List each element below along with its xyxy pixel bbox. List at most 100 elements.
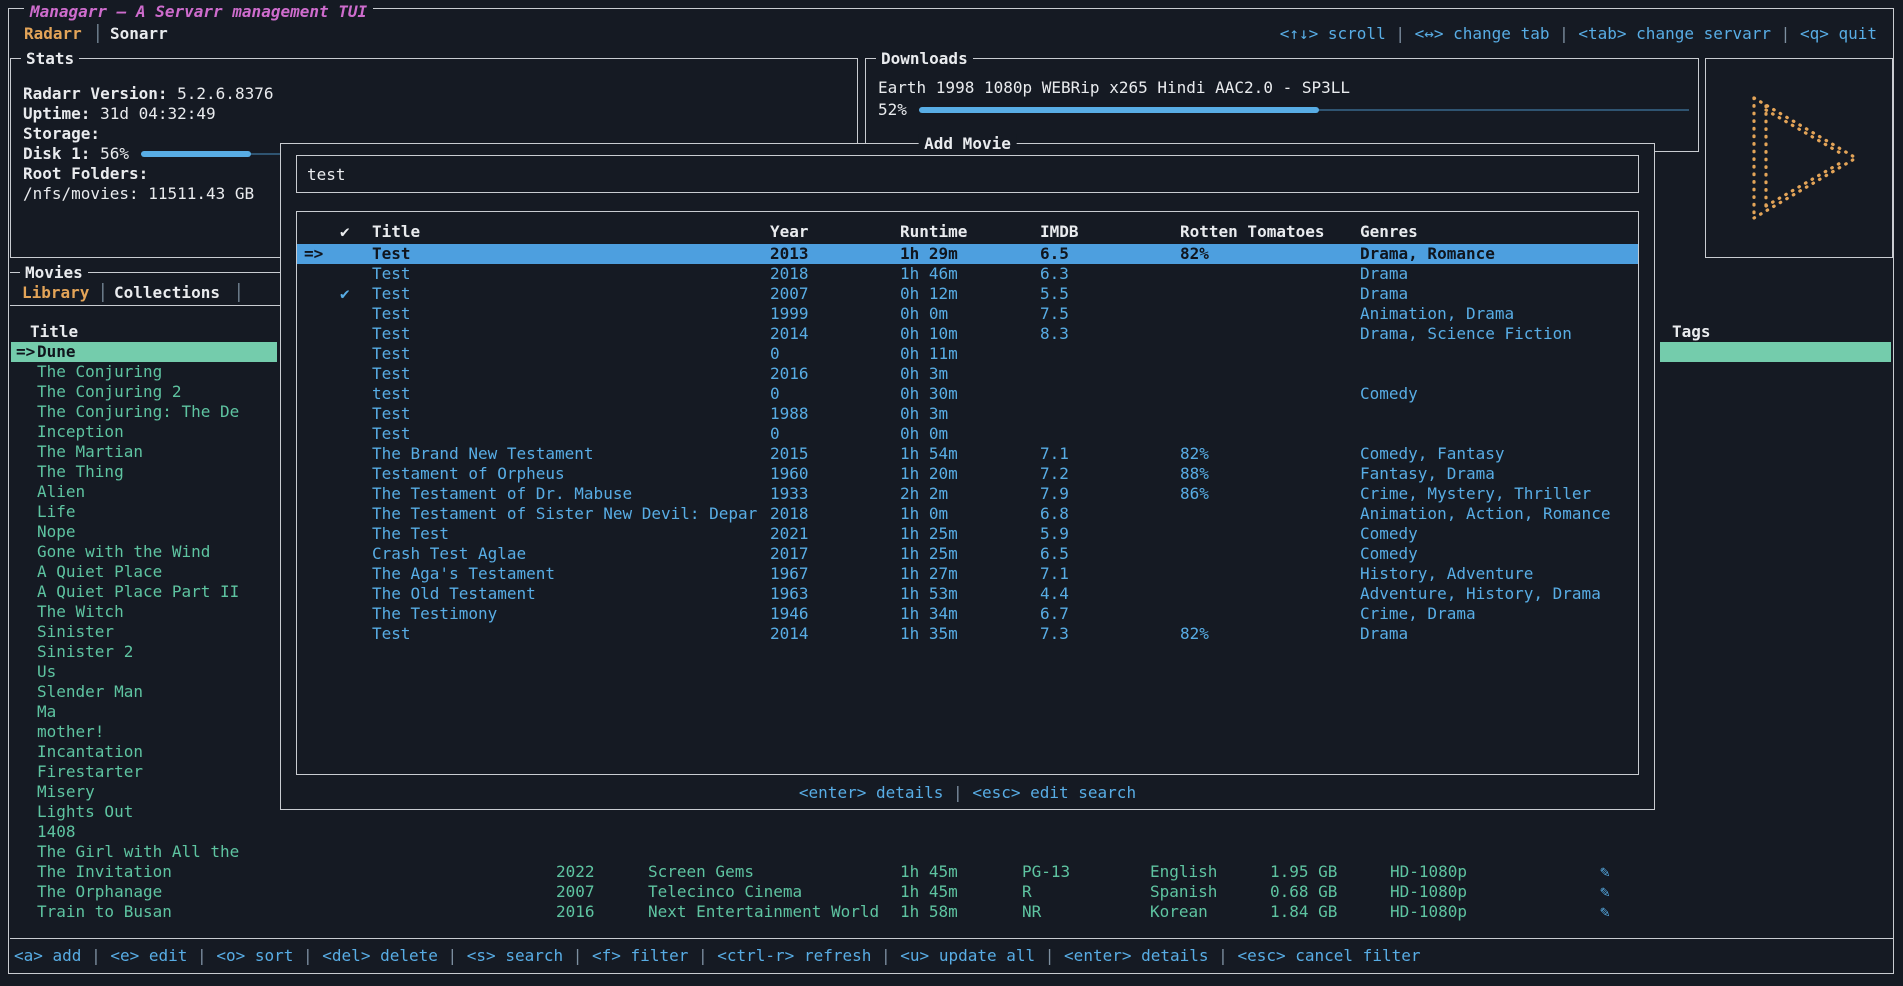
result-year: 2018 xyxy=(770,504,809,524)
bottom-keybind-help: <a> add<e> edit<o> sort<del> delete<s> s… xyxy=(14,946,1420,966)
root-folders-label: Root Folders: xyxy=(23,164,148,184)
result-imdb: 6.8 xyxy=(1040,504,1069,524)
movie-list-item[interactable]: Misery xyxy=(11,782,277,802)
keybind-hint: <ctrl-r> refresh xyxy=(688,946,871,965)
search-result-row[interactable]: The Testimony19461h 34m6.7Crime, Drama xyxy=(297,604,1638,624)
search-result-row[interactable]: The Aga's Testament19671h 27m7.1History,… xyxy=(297,564,1638,584)
tab-collections[interactable]: Collections xyxy=(114,283,220,303)
search-result-row[interactable]: Test20140h 10m8.3Drama, Science Fiction xyxy=(297,324,1638,344)
search-result-row[interactable]: The Testament of Sister New Devil: Depar… xyxy=(297,504,1638,524)
movies-panel-title: Movies xyxy=(20,263,88,283)
movie-list-item[interactable]: Gone with the Wind xyxy=(11,542,277,562)
library-row[interactable]: 2022Screen Gems1h 45mPG-13English1.95 GB… xyxy=(0,862,1903,882)
title-column-header: Title xyxy=(372,222,420,242)
cell-runtime: 1h 58m xyxy=(900,902,958,922)
selected-movie-row[interactable]: => Dune xyxy=(11,342,277,362)
movie-list-item[interactable]: The Girl with All the xyxy=(11,842,277,862)
keybind-hint: <u> update all xyxy=(871,946,1035,965)
uptime-line: Uptime: 31d 04:32:49 xyxy=(23,104,216,124)
movie-list-item[interactable]: Us xyxy=(11,662,277,682)
result-runtime: 1h 20m xyxy=(900,464,958,484)
result-year: 1988 xyxy=(770,404,809,424)
search-result-row[interactable]: Test20181h 46m6.3Drama xyxy=(297,264,1638,284)
search-result-row[interactable]: test00h 30mComedy xyxy=(297,384,1638,404)
radarr-version-line: Radarr Version: 5.2.6.8376 xyxy=(23,84,273,104)
search-result-row[interactable]: =>Test20131h 29m6.582%Drama, Romance xyxy=(297,244,1638,264)
result-year: 0 xyxy=(770,424,780,444)
keybind-hint: <s> search xyxy=(438,946,563,965)
search-result-row[interactable]: Crash Test Aglae20171h 25m6.5Comedy xyxy=(297,544,1638,564)
movie-search-input[interactable] xyxy=(297,156,1638,192)
movie-list-item[interactable]: Life xyxy=(11,502,277,522)
movie-list-item[interactable]: Firestarter xyxy=(11,762,277,782)
movie-list-item[interactable]: The Thing xyxy=(11,462,277,482)
tab-sonarr[interactable]: Sonarr xyxy=(110,24,168,44)
result-rotten-tomatoes: 82% xyxy=(1180,624,1209,644)
result-title: The Test xyxy=(372,524,449,544)
movie-list-item[interactable]: A Quiet Place Part II xyxy=(11,582,277,602)
movie-list-item[interactable]: The Witch xyxy=(11,602,277,622)
result-year: 0 xyxy=(770,344,780,364)
search-result-row[interactable]: The Test20211h 25m5.9Comedy xyxy=(297,524,1638,544)
cell-year: 2016 xyxy=(556,902,595,922)
movies-list: The ConjuringThe Conjuring 2The Conjurin… xyxy=(11,362,277,922)
keybind-hint: <enter> details xyxy=(1035,946,1208,965)
movie-list-item[interactable]: Nope xyxy=(11,522,277,542)
result-title: Test xyxy=(372,404,411,424)
managarr-app: Managarr — A Servarr management TUI Rada… xyxy=(0,0,1903,986)
selected-row-tags-cell xyxy=(1660,342,1891,362)
library-row[interactable]: 2007Telecinco Cinema1h 45mRSpanish0.68 G… xyxy=(0,882,1903,902)
tab-separator: │ xyxy=(234,283,244,303)
keybind-hint: <enter> details xyxy=(799,783,944,802)
search-result-row[interactable]: The Brand New Testament20151h 54m7.182%C… xyxy=(297,444,1638,464)
result-year: 0 xyxy=(770,384,780,404)
app-title: Managarr — A Servarr management TUI xyxy=(24,2,373,22)
top-keybind-help: <↑↓> scroll<↔> change tab<tab> change se… xyxy=(1280,24,1877,44)
result-runtime: 0h 3m xyxy=(900,404,948,424)
cell-size: 1.84 GB xyxy=(1270,902,1337,922)
movie-list-item[interactable]: The Conjuring: The De xyxy=(11,402,277,422)
search-result-row[interactable]: Test19990h 0m7.5Animation, Drama xyxy=(297,304,1638,324)
result-imdb: 6.7 xyxy=(1040,604,1069,624)
library-row[interactable]: 2016Next Entertainment World1h 58mNRKore… xyxy=(0,902,1903,922)
result-title: The Aga's Testament xyxy=(372,564,555,584)
movie-list-item[interactable]: Alien xyxy=(11,482,277,502)
search-result-row[interactable]: Test 1988 0h 3m xyxy=(297,404,1638,424)
movie-list-item[interactable]: Incantation xyxy=(11,742,277,762)
result-title: Test xyxy=(372,424,411,444)
search-result-row[interactable]: The Old Testament19631h 53m4.4Adventure,… xyxy=(297,584,1638,604)
tab-library[interactable]: Library xyxy=(22,283,89,303)
result-year: 2014 xyxy=(770,624,809,644)
result-runtime: 0h 12m xyxy=(900,284,958,304)
result-genres: Comedy xyxy=(1360,524,1418,544)
movie-list-item[interactable]: Lights Out xyxy=(11,802,277,822)
tab-radarr[interactable]: Radarr xyxy=(24,24,82,44)
search-result-row[interactable]: Test00h 11m xyxy=(297,344,1638,364)
result-genres: Comedy, Fantasy xyxy=(1360,444,1505,464)
movie-list-item[interactable]: 1408 xyxy=(11,822,277,842)
movie-list-item[interactable]: mother! xyxy=(11,722,277,742)
movie-list-item[interactable]: Inception xyxy=(11,422,277,442)
search-result-row[interactable]: Test20160h 3m xyxy=(297,364,1638,384)
result-title: Test xyxy=(372,304,411,324)
movie-list-item[interactable]: Ma xyxy=(11,702,277,722)
movie-list-item[interactable]: The Conjuring 2 xyxy=(11,382,277,402)
movie-list-item[interactable]: The Martian xyxy=(11,442,277,462)
search-result-row[interactable]: Test00h 0m xyxy=(297,424,1638,444)
search-result-row[interactable]: The Testament of Dr. Mabuse19332h 2m7.98… xyxy=(297,484,1638,504)
search-result-row[interactable]: Test20141h 35m7.382%Drama xyxy=(297,624,1638,644)
search-result-row[interactable]: Testament of Orpheus19601h 20m7.288%Fant… xyxy=(297,464,1638,484)
result-imdb: 6.3 xyxy=(1040,264,1069,284)
download-percent: 52% xyxy=(878,100,907,119)
movie-list-item[interactable]: A Quiet Place xyxy=(11,562,277,582)
movie-list-item[interactable]: Sinister xyxy=(11,622,277,642)
search-result-row[interactable]: ✔Test20070h 12m5.5Drama xyxy=(297,284,1638,304)
result-title: The Testament of Dr. Mabuse xyxy=(372,484,632,504)
result-year: 2018 xyxy=(770,264,809,284)
result-imdb: 5.9 xyxy=(1040,524,1069,544)
movie-list-item[interactable]: The Conjuring xyxy=(11,362,277,382)
movie-list-item[interactable]: Slender Man xyxy=(11,682,277,702)
result-imdb: 7.2 xyxy=(1040,464,1069,484)
movie-list-item[interactable]: Sinister 2 xyxy=(11,642,277,662)
result-title: Crash Test Aglae xyxy=(372,544,526,564)
